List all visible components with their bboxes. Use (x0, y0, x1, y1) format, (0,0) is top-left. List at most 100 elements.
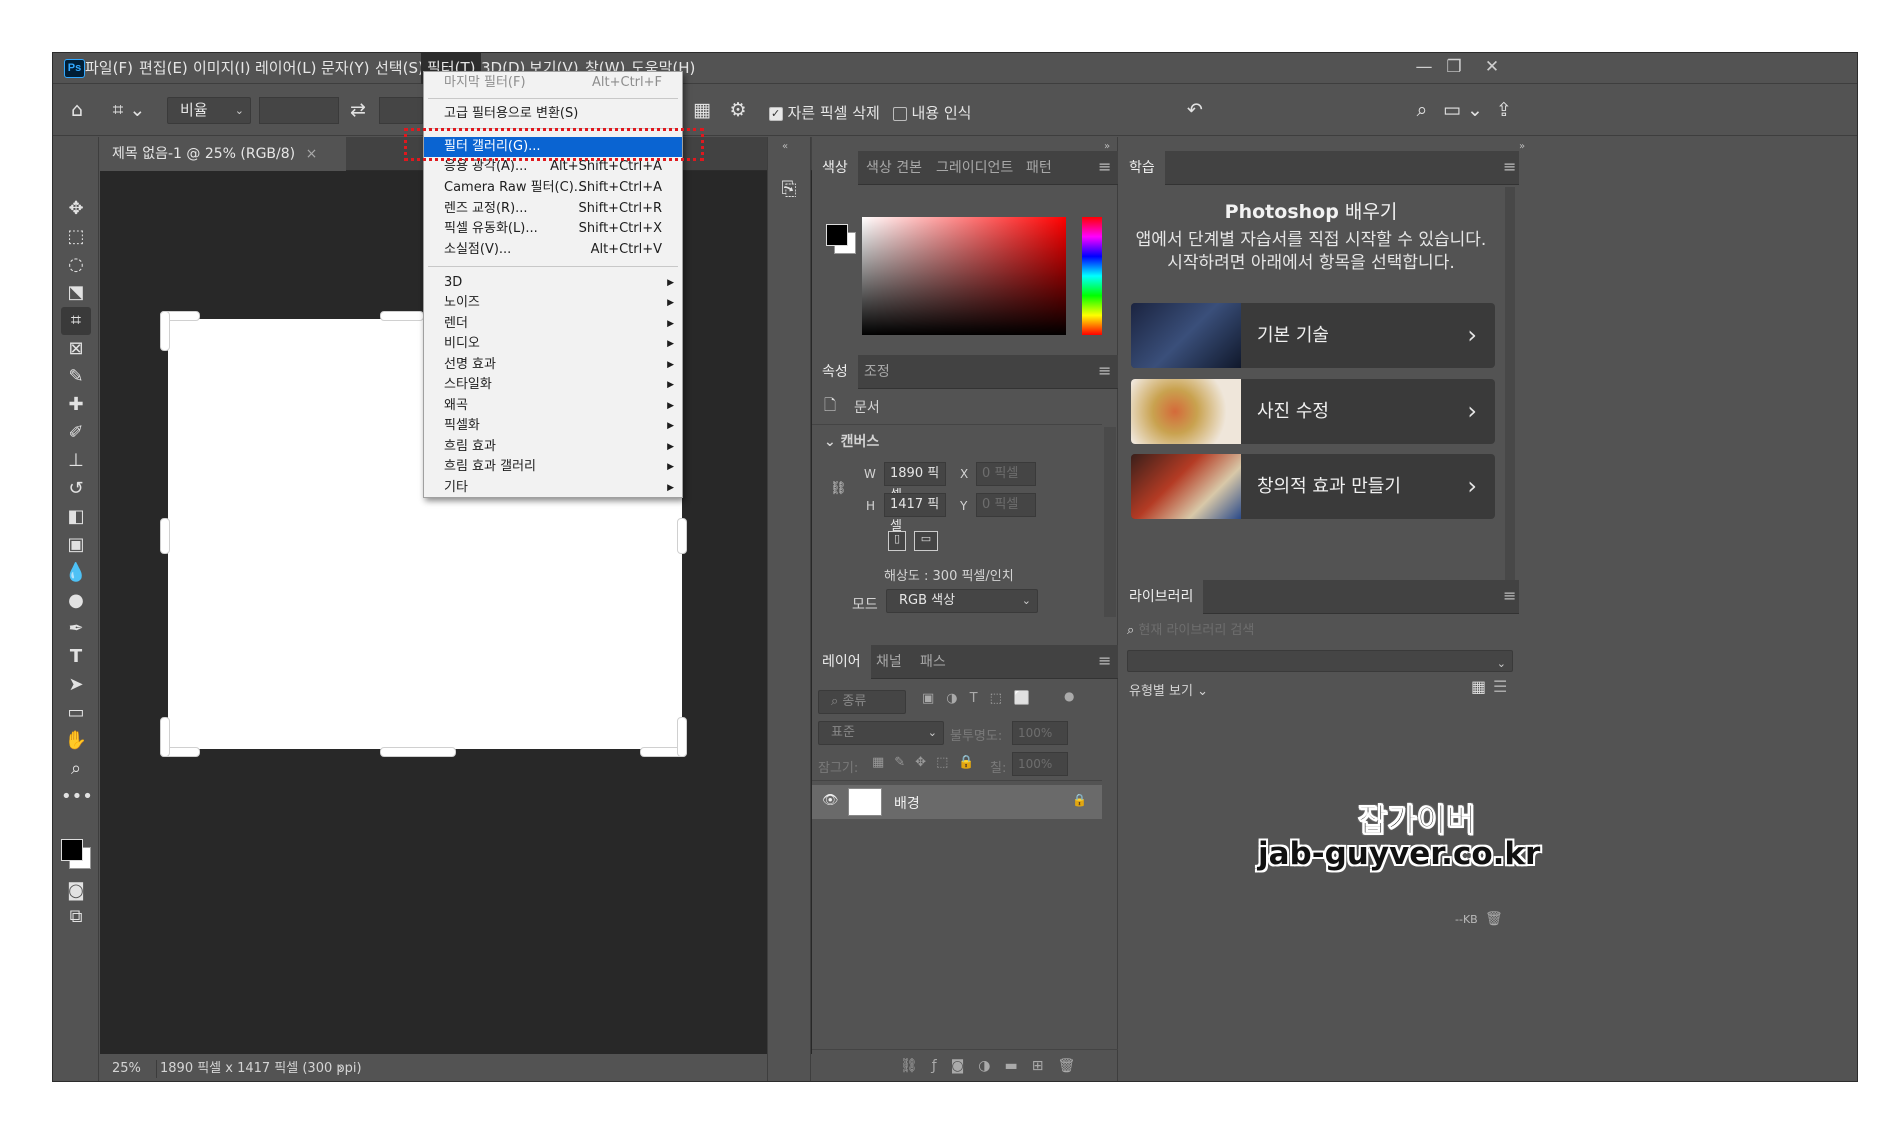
rectangle-tool-icon[interactable]: ▭ (61, 699, 91, 727)
crop-tool-icon[interactable]: ⌗ (61, 307, 91, 335)
history-panel-icon[interactable]: ⎘ (774, 175, 804, 203)
color-foreground-swatch[interactable] (826, 224, 848, 246)
crop-handle-bottom[interactable] (380, 747, 456, 757)
crop-handle-bottom-right-v[interactable] (677, 717, 687, 757)
swap-icon[interactable]: ⇄ (343, 96, 373, 124)
crop-tool-preset-icon[interactable]: ⌗ ⌄ (107, 96, 151, 124)
library-trash-icon[interactable]: 🗑 (1485, 911, 1503, 927)
lock-icons[interactable]: ▦✎✥⬚🔒 (872, 755, 985, 770)
dodge-tool-icon[interactable]: ● (61, 587, 91, 615)
layer-filter-kind[interactable]: ⌕ 종류 (818, 690, 906, 714)
zoom-tool-icon[interactable]: ⌕ (61, 755, 91, 783)
menu-item-lens-correction[interactable]: 렌즈 교정(R)... Shift+Ctrl+R (424, 199, 682, 219)
history-brush-icon[interactable]: ↺ (61, 475, 91, 503)
stamp-tool-icon[interactable]: ⊥ (61, 447, 91, 475)
menu-item-liquify[interactable]: 픽셀 유동화(L)... Shift+Ctrl+X (424, 219, 682, 239)
ratio-width-input[interactable] (259, 97, 339, 124)
brush-tool-icon[interactable]: ✐ (61, 419, 91, 447)
canvas-y-input[interactable]: 0 픽셀 (976, 493, 1036, 517)
tab-adjustments[interactable]: 조정 (854, 355, 900, 389)
color-picker-field[interactable] (862, 217, 1066, 335)
layer-name[interactable]: 배경 (894, 793, 920, 813)
object-select-tool-icon[interactable]: ⬔ (61, 279, 91, 307)
tab-layers[interactable]: 레이어 (812, 645, 871, 679)
crop-handle-top[interactable] (380, 311, 424, 321)
healing-brush-icon[interactable]: ✚ (61, 391, 91, 419)
restore-button[interactable]: ❐ (1435, 53, 1473, 81)
menu-item-last-filter[interactable]: 마지막 필터(F) Alt+Ctrl+F (424, 73, 682, 93)
info-arrow-icon[interactable]: › (338, 1054, 343, 1081)
canvas-width-input[interactable]: 1890 픽셀 (884, 462, 946, 503)
submenu-video[interactable]: 비디오 ▶ (424, 334, 682, 354)
tab-channels[interactable]: 채널 (866, 645, 912, 679)
fill-input[interactable]: 100% (1012, 752, 1068, 776)
tab-gradients[interactable]: 그레이디언트 (926, 151, 1023, 185)
collapse-right-icon[interactable]: » (1519, 141, 1525, 152)
blend-mode-select[interactable]: 표준 ⌄ (818, 721, 944, 745)
gradient-tool-icon[interactable]: ▣ (61, 531, 91, 559)
library-select[interactable]: ⌄ (1127, 650, 1513, 672)
mode-select[interactable]: RGB 색상 ⌄ (886, 589, 1038, 613)
tab-libraries[interactable]: 라이브러리 (1119, 580, 1204, 614)
tab-swatches[interactable]: 색상 견본 (856, 151, 932, 185)
submenu-render[interactable]: 렌더 ▶ (424, 314, 682, 334)
delete-cropped-option[interactable]: 자른 픽셀 삭제 (769, 102, 880, 123)
close-tab-icon[interactable]: × (306, 146, 318, 162)
submenu-blur-gallery[interactable]: 흐림 효과 갤러리 ▶ (424, 457, 682, 477)
tab-learn[interactable]: 학습 (1119, 151, 1165, 185)
lasso-tool-icon[interactable]: ◌ (61, 251, 91, 279)
crop-handle-top-left-v[interactable] (160, 311, 170, 351)
grid-overlay-icon[interactable]: ▦ (687, 96, 717, 124)
filter-toggle-icon[interactable]: ● (1064, 689, 1074, 703)
pen-tool-icon[interactable]: ✒ (61, 615, 91, 643)
blur-tool-icon[interactable]: 💧 (61, 559, 91, 587)
frame-tool-icon[interactable]: ⊠ (61, 335, 91, 363)
hue-slider[interactable] (1082, 217, 1102, 335)
eye-visibility-icon[interactable]: 👁 (822, 793, 839, 808)
learn-scrollbar[interactable] (1505, 187, 1515, 599)
view-by-type[interactable]: 유형별 보기 ⌄ (1129, 680, 1208, 699)
learn-card-photo-edit[interactable]: 사진 수정 › (1131, 379, 1495, 444)
screen-mode-icon[interactable]: ⧉ (61, 903, 91, 931)
close-button[interactable]: ✕ (1473, 53, 1511, 81)
submenu-stylize[interactable]: 스타일화 ▶ (424, 375, 682, 395)
library-search[interactable]: ⌕ 현재 라이브러리 검색 (1127, 619, 1513, 643)
submenu-distort[interactable]: 왜곡 ▶ (424, 396, 682, 416)
workspace-icon[interactable]: ▭ ⌄ (1441, 96, 1485, 124)
tab-paths[interactable]: 패스 (910, 645, 956, 679)
layers-menu-icon[interactable]: ≡ (1098, 651, 1111, 670)
crop-handle-right[interactable] (677, 518, 687, 554)
panel-menu-icon[interactable]: ≡ (1098, 157, 1111, 176)
search-icon[interactable]: ⌕ (1407, 96, 1437, 124)
content-aware-checkbox[interactable] (893, 107, 907, 121)
submenu-pixelate[interactable]: 픽셀화 ▶ (424, 416, 682, 436)
document-tab[interactable]: 제목 없음-1 @ 25% (RGB/8) × (100, 137, 346, 171)
submenu-3d[interactable]: 3D ▶ (424, 273, 682, 293)
more-tools-icon[interactable]: ••• (61, 783, 93, 811)
move-tool-icon[interactable]: ✥ (61, 195, 91, 223)
canvas-section-header[interactable]: ⌄ 캔버스 (824, 431, 879, 451)
quick-mask-icon[interactable]: ◙ (61, 877, 91, 905)
ratio-height-input[interactable] (379, 97, 423, 124)
learn-card-basics[interactable]: 기본 기술 › (1131, 303, 1495, 368)
menu-type[interactable]: 문자(Y) (315, 53, 375, 84)
eyedropper-tool-icon[interactable]: ✎ (61, 363, 91, 391)
tab-color[interactable]: 색상 (812, 151, 858, 185)
layer-filter-icons[interactable]: ▣◑T⬚⬜ (922, 691, 1042, 706)
collapse-icon[interactable]: « (782, 141, 788, 152)
ratio-select[interactable]: 비율 ⌄ (167, 97, 251, 124)
opacity-input[interactable]: 100% (1012, 721, 1068, 745)
submenu-sharpen[interactable]: 선명 효과 ▶ (424, 355, 682, 375)
link-dimensions-icon[interactable]: ⛓ (830, 481, 847, 496)
menu-item-smart-filters[interactable]: 고급 필터용으로 변환(S) (424, 104, 682, 124)
menu-file[interactable]: 파일(F) (79, 53, 139, 84)
foreground-color-swatch[interactable] (61, 839, 83, 861)
crop-handle-left[interactable] (160, 518, 170, 554)
grid-view-icon[interactable]: ▦ (1471, 677, 1486, 696)
tab-properties[interactable]: 속성 (812, 355, 858, 389)
menu-item-camera-raw[interactable]: Camera Raw 필터(C)... Shift+Ctrl+A (424, 178, 682, 198)
layers-footer-icons[interactable]: ⛓ƒ◙◑▬⊞🗑 (900, 1058, 1089, 1074)
reset-icon[interactable]: ↶ (1180, 96, 1210, 124)
menu-edit[interactable]: 편집(E) (133, 53, 194, 84)
canvas-x-input[interactable]: 0 픽셀 (976, 462, 1036, 486)
